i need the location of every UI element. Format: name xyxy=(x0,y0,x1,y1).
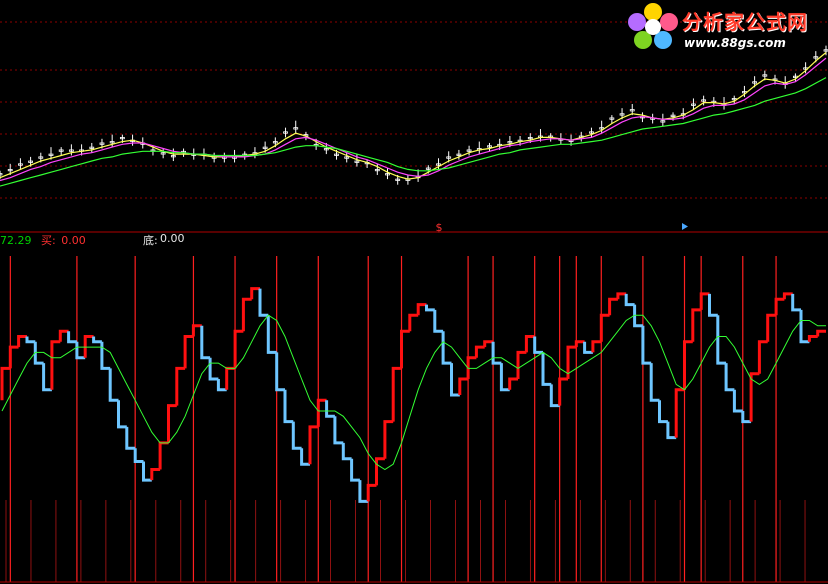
indicator-legend: 72.29 买: 0.00 底: 0.00 xyxy=(0,232,185,248)
legend-value: 72.29 xyxy=(0,234,32,247)
oscillator-segment xyxy=(674,388,685,438)
oscillator-segment xyxy=(649,363,660,402)
oscillator-segment xyxy=(425,304,435,312)
oscillator-segment xyxy=(433,309,444,333)
oscillator-segment xyxy=(100,341,111,370)
oscillator-segment xyxy=(325,400,335,418)
oscillator-segment xyxy=(241,297,252,332)
oscillator-segment xyxy=(333,416,344,445)
legend-buy-value: 0.00 xyxy=(61,234,86,247)
oscillator-segment xyxy=(608,297,618,316)
oscillator-segment xyxy=(474,345,485,358)
oscillator-segment xyxy=(275,352,285,392)
oscillator-segment xyxy=(683,340,693,390)
oscillator-segment xyxy=(291,421,302,450)
ma_slow-line xyxy=(0,77,827,187)
ma_mid-line xyxy=(0,57,827,182)
oscillator-segment xyxy=(183,335,194,369)
oscillator-segment xyxy=(716,315,727,365)
oscillator-segment xyxy=(757,340,768,374)
legend-buy-label: 买: xyxy=(41,234,56,247)
oscillator-segment xyxy=(641,325,652,365)
oscillator-segment xyxy=(200,325,211,360)
play-arrow-icon xyxy=(682,223,688,230)
oscillator-segment xyxy=(308,425,319,465)
price-panel xyxy=(0,45,828,187)
oscillator-segment xyxy=(283,389,294,424)
oscillator-segment xyxy=(791,293,801,312)
oscillator-segment xyxy=(25,336,36,344)
oscillator-segment xyxy=(366,483,377,502)
oscillator-segment xyxy=(749,372,760,422)
legend-bottom-value: 0.00 xyxy=(160,232,185,245)
oscillator-segment xyxy=(92,336,102,344)
oscillator-segment xyxy=(658,400,668,424)
oscillator-segment xyxy=(566,345,577,379)
oscillator-segment xyxy=(774,297,785,316)
oscillator-segment xyxy=(400,329,410,369)
oscillator-segment xyxy=(533,336,543,354)
oscillator-segment xyxy=(225,366,236,390)
oscillator-segment xyxy=(624,293,635,307)
oscillator-segment xyxy=(150,468,161,481)
oscillator-segment xyxy=(816,329,826,337)
oscillator-segment xyxy=(341,442,352,461)
logo-url: www.88gs.com xyxy=(684,36,786,50)
oscillator-segment xyxy=(441,331,452,365)
oscillator-segment xyxy=(117,400,127,429)
oscillator-segment xyxy=(0,366,11,401)
logo-title: 分析家公式网 xyxy=(682,10,808,34)
oscillator-panel xyxy=(0,256,828,583)
oscillator-segment xyxy=(691,308,702,342)
ma_fast-line xyxy=(0,52,827,180)
oscillator-segment xyxy=(158,441,169,470)
oscillator-segment xyxy=(807,335,818,342)
oscillator-segment xyxy=(408,313,419,332)
oscillator-segment xyxy=(375,457,385,486)
flower-logo-icon xyxy=(628,3,678,49)
oscillator-segment xyxy=(508,377,518,390)
oscillator-segment xyxy=(732,389,743,413)
oscillator-segment xyxy=(67,331,77,344)
oscillator-segment xyxy=(50,340,61,390)
site-logo: 分析家公式网 www.88gs.com xyxy=(626,2,826,54)
oscillator-segment xyxy=(766,313,777,342)
oscillator-segment xyxy=(133,448,144,463)
oscillator-segment xyxy=(350,458,360,482)
oscillator-segment xyxy=(491,341,502,365)
chart-canvas: $ xyxy=(0,21,828,583)
oscillator-segment xyxy=(599,313,610,342)
signal-marker: $ xyxy=(436,221,443,234)
oscillator-segment xyxy=(8,345,19,369)
oscillator-segment xyxy=(458,377,469,395)
oscillator-segment xyxy=(383,420,394,459)
oscillator-segment xyxy=(724,363,735,392)
legend-bottom-label: 底: xyxy=(143,234,158,247)
oscillator-segment xyxy=(125,426,136,450)
oscillator-segment xyxy=(208,357,219,381)
oscillator-segment xyxy=(258,288,269,317)
oscillator-segment xyxy=(708,293,718,317)
oscillator-segment xyxy=(591,340,602,353)
oscillator-segment xyxy=(175,366,186,406)
oscillator-segment xyxy=(391,366,402,422)
oscillator-segment xyxy=(108,368,119,402)
oscillator-segment xyxy=(558,377,568,406)
oscillator-segment xyxy=(266,315,277,354)
